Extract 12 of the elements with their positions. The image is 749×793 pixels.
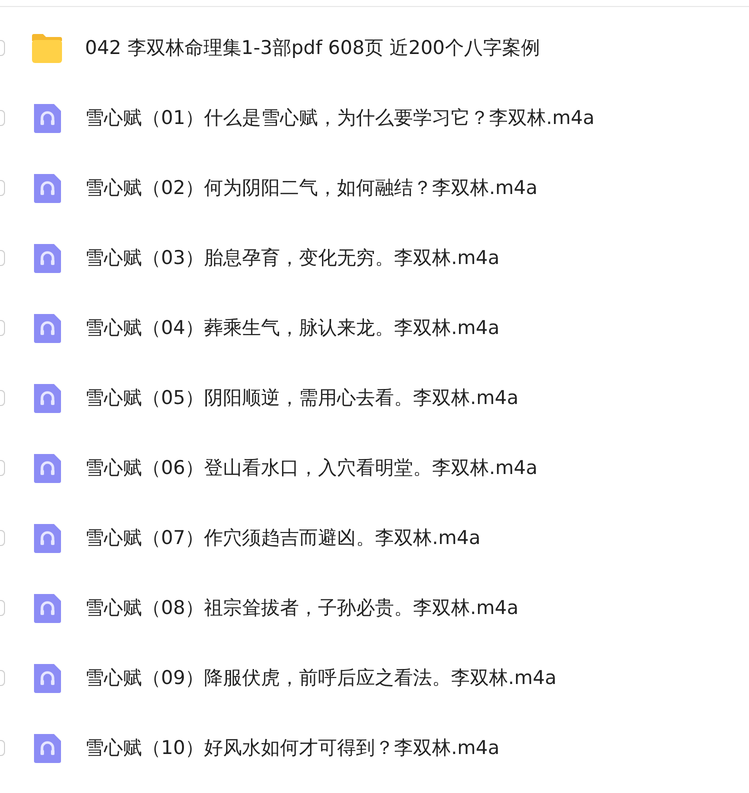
file-name[interactable]: 雪心赋（04）葬乘生气，脉认来龙。李双林.m4a bbox=[85, 315, 500, 341]
file-name[interactable]: 雪心赋（06）登山看水口，入穴看明堂。李双林.m4a bbox=[85, 455, 538, 481]
file-name[interactable]: 雪心赋（07）作穴须趋吉而避凶。李双林.m4a bbox=[85, 525, 480, 551]
file-name[interactable]: 042 李双林命理集1-3部pdf 608页 近200个八字案例 bbox=[85, 35, 540, 61]
file-name[interactable]: 雪心赋（08）祖宗耸拔者，子孙必贵。李双林.m4a bbox=[85, 595, 518, 621]
file-name[interactable]: 雪心赋（05）阴阳顺逆，需用心去看。李双林.m4a bbox=[85, 385, 518, 411]
file-name[interactable]: 雪心赋（01）什么是雪心赋，为什么要学习它？李双林.m4a bbox=[85, 105, 594, 131]
file-name[interactable]: 雪心赋（02）何为阴阳二气，如何融结？李双林.m4a bbox=[85, 175, 538, 201]
file-name[interactable]: 雪心赋（10）好风水如何才可得到？李双林.m4a bbox=[85, 735, 500, 761]
file-name[interactable]: 雪心赋（03）胎息孕育，变化无穷。李双林.m4a bbox=[85, 245, 500, 271]
file-name[interactable]: 雪心赋（09）降服伏虎，前呼后应之看法。李双林.m4a bbox=[85, 665, 556, 691]
folder-icon bbox=[30, 32, 64, 64]
